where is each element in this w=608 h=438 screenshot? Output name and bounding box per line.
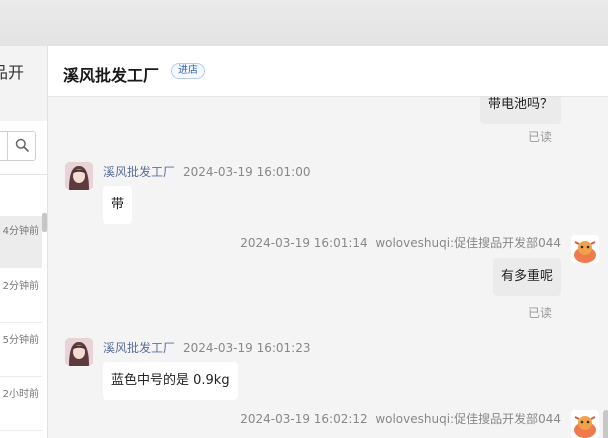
message-meta: 溪风批发工厂 2024-03-19 16:01:23 (103, 339, 310, 356)
divider (0, 174, 47, 175)
search-icon (15, 137, 29, 156)
conversation-time: 2小时前 (2, 389, 39, 400)
conversation-list-panel: 品开 4分钟前 2分钟前 5分钟前 2小时前 (0, 46, 48, 438)
message-bubble: 带电池吗？ (479, 97, 561, 124)
search-button[interactable] (7, 131, 36, 161)
conversation-time: 2分钟前 (2, 281, 39, 292)
shop-name: 溪风批发工厂 (63, 66, 160, 85)
user-avatar (571, 410, 599, 438)
sender-name: woloveshuqi:促佳搜品开发部044 (375, 412, 561, 426)
conversation-list-scrollbar[interactable] (42, 213, 47, 232)
chat-header: 溪风批发工厂 进店 (48, 46, 608, 97)
conversation-item[interactable]: 2小时前 (0, 379, 42, 431)
user-avatar (571, 235, 599, 263)
message-meta: 溪风批发工厂 2024-03-19 16:01:00 (103, 163, 310, 180)
message-time: 2024-03-19 16:01:00 (183, 165, 311, 179)
conversation-item[interactable]: 2分钟前 (0, 271, 42, 323)
sender-name[interactable]: 溪风批发工厂 (103, 165, 175, 179)
conversation-time: 4分钟前 (2, 226, 39, 237)
message-bubble: 有多重呢 (492, 258, 561, 296)
message-meta: 2024-03-19 16:01:14 woloveshuqi:促佳搜品开发部0… (240, 234, 561, 251)
conversation-item[interactable]: 4分钟前 (0, 216, 42, 268)
read-receipt: 已读 (527, 130, 552, 144)
conversation-list-header: 品开 (0, 46, 47, 121)
conversation-time: 5分钟前 (2, 335, 39, 346)
chat-scrollbar[interactable] (603, 410, 608, 438)
message-time: 2024-03-19 16:02:12 (240, 412, 368, 426)
read-receipt: 已读 (527, 306, 552, 320)
shop-avatar (65, 162, 93, 190)
window-top-bar (0, 0, 608, 46)
message-meta: 2024-03-19 16:02:12 woloveshuqi:促佳搜品开发部0… (240, 410, 561, 427)
message-time: 2024-03-19 16:01:23 (183, 341, 311, 355)
sender-name: woloveshuqi:促佳搜品开发部044 (375, 236, 561, 250)
shop-avatar (65, 338, 93, 366)
enter-shop-button[interactable]: 进店 (171, 63, 205, 79)
sender-name[interactable]: 溪风批发工厂 (103, 341, 175, 355)
conversation-item[interactable]: 5分钟前 (0, 325, 42, 377)
conversation-list-header-text: 品开 (0, 63, 24, 82)
message-time: 2024-03-19 16:01:14 (240, 236, 368, 250)
message-bubble: 蓝色中号的是 0.9kg (103, 362, 238, 400)
chat-message-area: 带电池吗？ 已读 溪风批发工厂 2024-03-19 16:01:00 带 202… (48, 97, 608, 438)
message-bubble: 带 (103, 186, 133, 224)
